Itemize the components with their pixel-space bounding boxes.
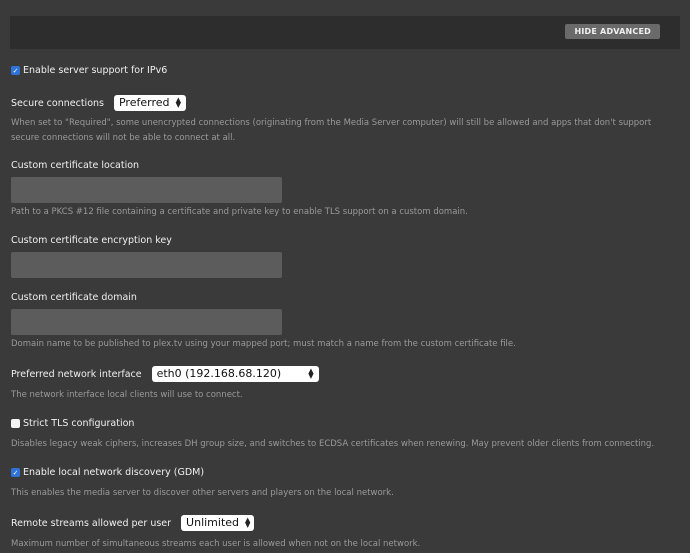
advanced-header-bar: HIDE ADVANCED (10, 16, 680, 49)
strict-tls-checkbox[interactable] (11, 419, 20, 428)
secure-connections-value: Preferred (118, 96, 170, 109)
strict-tls-description: Disables legacy weak ciphers, increases … (11, 439, 655, 449)
network-interface-label: Preferred network interface (11, 368, 142, 380)
cert-key-input[interactable] (11, 252, 282, 278)
cert-location-description: Path to a PKCS #12 file containing a cer… (11, 207, 468, 217)
remote-streams-label: Remote streams allowed per user (11, 517, 172, 529)
gdm-description: This enables the media server to discove… (11, 488, 394, 498)
remote-streams-row: Remote streams allowed per user Unlimite… (11, 515, 255, 531)
cert-key-label: Custom certificate encryption key (11, 235, 172, 246)
remote-streams-value: Unlimited (186, 516, 240, 529)
network-interface-description: The network interface local clients will… (11, 390, 243, 400)
select-arrows-icon: ▲ ▼ (175, 96, 181, 109)
cert-location-label: Custom certificate location (11, 160, 140, 171)
secure-connections-select[interactable]: Preferred ▲ ▼ (113, 95, 186, 111)
cert-domain-label: Custom certificate domain (11, 292, 137, 303)
ipv6-checkbox[interactable]: ✓ (11, 66, 20, 75)
secure-connections-row: Secure connections Preferred ▲ ▼ (11, 95, 186, 111)
ipv6-label: Enable server support for IPv6 (23, 65, 168, 76)
gdm-label: Enable local network discovery (GDM) (23, 467, 205, 478)
gdm-checkbox[interactable]: ✓ (11, 468, 20, 477)
strict-tls-setting[interactable]: Strict TLS configuration (11, 418, 134, 429)
remote-streams-description: Maximum number of simultaneous streams e… (11, 539, 421, 549)
network-interface-select[interactable]: eth0 (192.168.68.120) ▲ ▼ (151, 366, 319, 382)
network-interface-row: Preferred network interface eth0 (192.16… (11, 366, 319, 382)
cert-domain-input[interactable] (11, 309, 282, 335)
gdm-setting[interactable]: ✓ Enable local network discovery (GDM) (11, 467, 204, 478)
hide-advanced-button[interactable]: HIDE ADVANCED (565, 24, 660, 39)
secure-connections-description: When set to "Required", some unencrypted… (11, 118, 652, 143)
select-arrows-icon: ▲ ▼ (245, 516, 251, 529)
secure-connections-label: Secure connections (11, 97, 104, 109)
select-arrows-icon: ▲ ▼ (308, 367, 314, 380)
cert-domain-description: Domain name to be published to plex.tv u… (11, 339, 516, 349)
network-interface-value: eth0 (192.168.68.120) (156, 367, 282, 380)
ipv6-setting[interactable]: ✓ Enable server support for IPv6 (11, 65, 167, 76)
strict-tls-label: Strict TLS configuration (23, 418, 135, 429)
remote-streams-select[interactable]: Unlimited ▲ ▼ (181, 515, 255, 531)
cert-location-input[interactable] (11, 177, 282, 203)
